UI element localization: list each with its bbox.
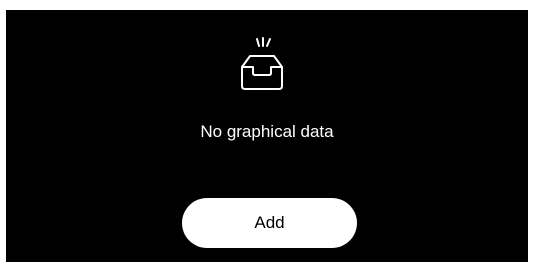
add-button[interactable]: Add [182,198,357,248]
empty-inbox-icon [236,37,288,93]
empty-state-message: No graphical data [200,122,334,141]
empty-state-panel: No graphical data Add [6,10,528,262]
